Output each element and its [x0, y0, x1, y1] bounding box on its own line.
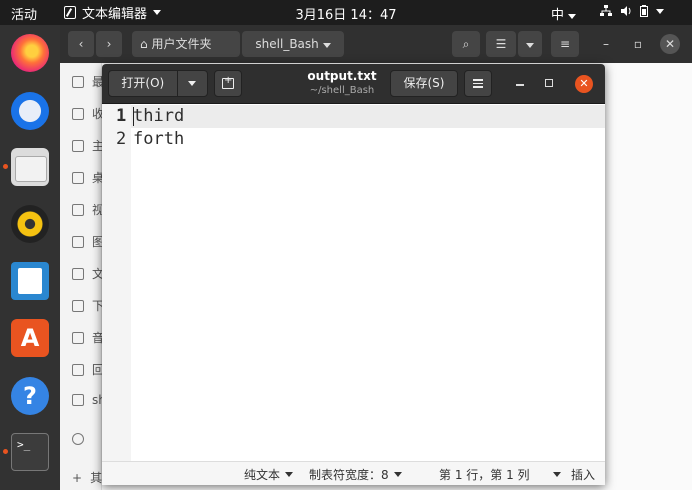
file-name: output.txt — [307, 69, 377, 83]
ubuntu-software-icon[interactable]: A — [11, 319, 49, 357]
insert-mode-indicator[interactable]: 插入 — [571, 466, 595, 483]
chevron-down-icon — [322, 43, 331, 48]
thunderbird-icon[interactable] — [11, 92, 49, 130]
search-icon: ⌕ — [462, 37, 470, 51]
dock: A ? >_ — [0, 25, 60, 490]
star-icon — [72, 107, 84, 120]
chevron-down-icon — [393, 472, 402, 477]
clock-icon — [72, 75, 84, 88]
files-sidebar: 最 收 主 桌 视 图 文 下 音 回 sh + 其 — [60, 63, 106, 490]
path-current[interactable]: shell_Bash — [242, 31, 344, 57]
trash-icon — [72, 363, 84, 376]
line-number: 1 — [116, 106, 127, 126]
line-number: 2 — [116, 129, 127, 149]
text-editor-area[interactable]: 1 third 2 forth — [102, 104, 605, 461]
input-method-label: 中 — [551, 8, 565, 23]
video-icon — [72, 203, 84, 216]
terminal-icon[interactable]: >_ — [11, 433, 49, 471]
back-button[interactable]: ‹ — [68, 31, 94, 57]
home-icon — [72, 139, 84, 152]
open-button-label: 打开(O) — [109, 71, 178, 96]
help-icon[interactable]: ? — [11, 377, 49, 415]
view-options-button[interactable] — [518, 31, 542, 57]
network-icon — [600, 5, 612, 16]
open-dropdown-button[interactable] — [178, 71, 207, 96]
disc-icon — [72, 433, 84, 445]
list-icon: ☰ — [495, 37, 507, 51]
hamburger-icon: ≡ — [559, 37, 571, 51]
maximize-button[interactable]: ▫ — [628, 34, 648, 54]
chevron-down-icon — [552, 472, 561, 477]
text-line[interactable]: forth — [133, 129, 184, 149]
music-icon — [72, 331, 84, 344]
home-icon: ⌂ — [140, 37, 152, 51]
new-tab-icon — [222, 75, 234, 89]
chevron-down-icon — [526, 43, 534, 48]
minimize-button[interactable] — [512, 76, 528, 92]
gedit-headerbar: 打开(O) output.txt ~/shell_Bash 保存(S) ✕ — [102, 64, 605, 104]
running-indicator — [3, 449, 8, 454]
cursor-position-label: 第 1 行，第 1 列 — [439, 468, 530, 482]
clock[interactable]: 3月16日 14：47 — [0, 4, 692, 23]
system-tray[interactable] — [600, 5, 664, 17]
document-icon — [72, 267, 84, 280]
open-button[interactable]: 打开(O) — [108, 70, 208, 97]
status-bar: 纯文本 制表符宽度：8 第 1 行，第 1 列 插入 — [102, 461, 605, 485]
files-icon[interactable] — [11, 148, 49, 186]
chevron-down-icon — [188, 81, 197, 86]
line-number-gutter — [102, 104, 131, 461]
input-method-indicator[interactable]: 中 — [551, 4, 577, 23]
files-headerbar: ‹ › ⌂ 用户文件夹 shell_Bash ⌕ ☰ ≡ – ▫ ✕ — [60, 25, 692, 63]
plus-icon: + — [72, 470, 83, 485]
new-tab-button[interactable] — [214, 70, 242, 97]
drive-icon — [72, 394, 84, 406]
path-home[interactable]: ⌂ 用户文件夹 — [132, 31, 240, 57]
tab-width-selector[interactable]: 制表符宽度：8 — [309, 466, 402, 483]
search-button[interactable]: ⌕ — [452, 31, 480, 57]
gedit-window: 打开(O) output.txt ~/shell_Bash 保存(S) ✕ 1 … — [102, 64, 605, 485]
forward-button[interactable]: › — [96, 31, 122, 57]
save-button[interactable]: 保存(S) — [390, 70, 458, 97]
language-label: 纯文本 — [244, 468, 281, 482]
close-button[interactable]: ✕ — [660, 34, 680, 54]
firefox-icon[interactable] — [11, 34, 49, 72]
rhythmbox-icon[interactable] — [11, 205, 49, 243]
top-bar: 活动 文本编辑器 3月16日 14：47 中 — [0, 0, 692, 25]
battery-icon — [640, 5, 648, 17]
window-title: output.txt ~/shell_Bash — [292, 69, 392, 96]
text-cursor — [133, 107, 134, 126]
insert-mode-label: 插入 — [571, 468, 596, 482]
path-home-label: 用户文件夹 — [151, 37, 212, 51]
download-icon — [72, 299, 84, 312]
tab-width-label: 制表符宽度：8 — [309, 468, 389, 482]
chevron-down-icon — [285, 472, 294, 477]
sidebar-item-label: 其 — [90, 471, 103, 485]
view-list-button[interactable]: ☰ — [486, 31, 516, 57]
text-line[interactable]: third — [133, 106, 184, 126]
files-menu-button[interactable]: ≡ — [551, 31, 579, 57]
volume-icon — [621, 6, 631, 16]
file-path: ~/shell_Bash — [309, 85, 375, 96]
libreoffice-writer-icon[interactable] — [11, 262, 49, 300]
cursor-position-selector[interactable]: 第 1 行，第 1 列 — [439, 466, 561, 483]
path-current-label: shell_Bash — [255, 37, 319, 51]
maximize-button[interactable] — [545, 79, 553, 87]
image-icon — [72, 235, 84, 248]
language-selector[interactable]: 纯文本 — [244, 466, 294, 483]
hamburger-menu-button[interactable] — [464, 70, 492, 97]
chevron-down-icon — [568, 14, 577, 19]
folder-icon — [72, 171, 84, 184]
close-button[interactable]: ✕ — [575, 75, 593, 93]
chevron-down-icon — [656, 8, 664, 14]
minimize-button[interactable]: – — [596, 34, 616, 54]
running-indicator — [3, 164, 8, 169]
